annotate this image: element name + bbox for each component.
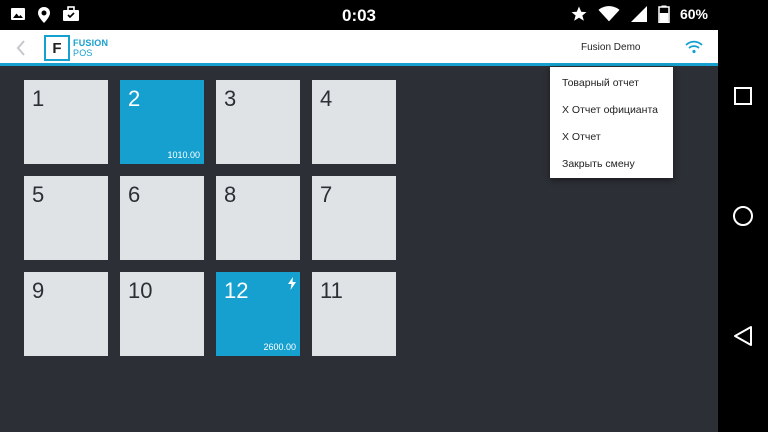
system-nav-bar xyxy=(718,0,768,432)
table-number: 3 xyxy=(224,86,237,111)
triangle-back-icon xyxy=(734,326,752,346)
tables-grid: 1 2 1010.00 3 4 5 6 8 7 9 10 12 2600.00 11 xyxy=(24,80,396,356)
connection-wifi-icon[interactable] xyxy=(685,40,703,59)
logo-line1: FUSION xyxy=(73,38,109,48)
table-number: 5 xyxy=(32,182,45,207)
status-bar: 0:03 60% xyxy=(0,0,718,30)
table-number: 7 xyxy=(320,182,333,207)
table-number: 8 xyxy=(224,182,237,207)
app-logo: F FUSION POS xyxy=(44,35,108,61)
menu-item[interactable]: X Отчет xyxy=(550,124,673,151)
table-number: 2 xyxy=(128,86,141,111)
chevron-left-icon xyxy=(16,40,25,56)
table-number: 9 xyxy=(32,278,45,303)
table-tile[interactable]: 7 xyxy=(312,176,396,260)
logo-line2: POS xyxy=(73,48,93,58)
back-nav-button[interactable] xyxy=(728,321,758,351)
table-tile[interactable]: 8 xyxy=(216,176,300,260)
back-button[interactable] xyxy=(10,37,32,59)
table-tile[interactable]: 3 xyxy=(216,80,300,164)
logo-text: FUSION POS xyxy=(73,38,108,58)
status-right-icons: 60% xyxy=(570,5,708,23)
circle-icon xyxy=(733,206,753,226)
flash-icon xyxy=(288,277,296,295)
menu-item[interactable]: X Отчет официанта xyxy=(550,97,673,124)
home-button[interactable] xyxy=(728,201,758,231)
table-tile[interactable]: 9 xyxy=(24,272,108,356)
table-number: 4 xyxy=(320,86,333,111)
account-name[interactable]: Fusion Demo xyxy=(581,42,640,53)
table-tile[interactable]: 5 xyxy=(24,176,108,260)
battery-percent: 60% xyxy=(679,6,708,22)
cell-signal-icon xyxy=(630,6,647,22)
app-bar: F FUSION POS Fusion Demo xyxy=(0,30,718,66)
table-number: 10 xyxy=(128,278,153,303)
table-amount: 2600.00 xyxy=(263,342,296,352)
menu-item[interactable]: Товарный отчет xyxy=(550,70,673,97)
menu-item[interactable]: Закрыть смену xyxy=(550,151,673,178)
table-number: 6 xyxy=(128,182,141,207)
table-number: 11 xyxy=(320,278,343,303)
square-icon xyxy=(734,87,752,105)
table-amount: 1010.00 xyxy=(167,150,200,160)
table-tile[interactable]: 12 2600.00 xyxy=(216,272,300,356)
recents-button[interactable] xyxy=(728,81,758,111)
star-icon xyxy=(571,6,587,21)
table-tile[interactable]: 1 xyxy=(24,80,108,164)
table-tile[interactable]: 4 xyxy=(312,80,396,164)
logo-letter: F xyxy=(44,35,70,61)
table-number: 12 xyxy=(224,278,249,303)
table-tile[interactable]: 10 xyxy=(120,272,204,356)
wifi-signal-icon xyxy=(598,6,620,22)
options-menu: Товарный отчет X Отчет официанта X Отчет За… xyxy=(550,67,673,178)
table-number: 1 xyxy=(32,86,45,111)
table-tile[interactable]: 11 xyxy=(312,272,396,356)
table-tile[interactable]: 6 xyxy=(120,176,204,260)
battery-icon xyxy=(658,5,670,23)
table-tile[interactable]: 2 1010.00 xyxy=(120,80,204,164)
